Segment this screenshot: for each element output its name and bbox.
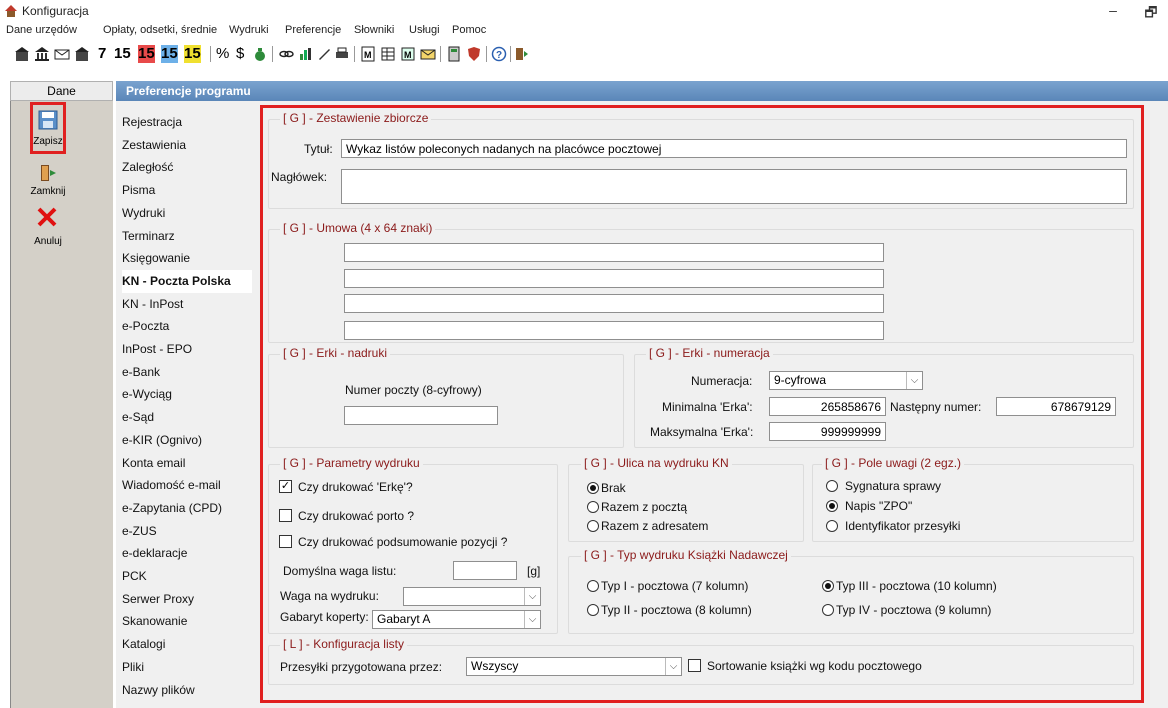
- envelope-icon[interactable]: [420, 46, 436, 62]
- window-title: Konfiguracja: [22, 4, 89, 18]
- close-door-icon[interactable]: [38, 163, 58, 183]
- menu-wydruki[interactable]: Wydruki: [229, 24, 269, 36]
- menu-oplaty[interactable]: Opłaty, odsetki, średnie: [103, 24, 217, 36]
- nav-item[interactable]: Księgowanie: [122, 247, 252, 270]
- menu-slowniki[interactable]: Słowniki: [354, 24, 394, 36]
- help-icon[interactable]: ?: [491, 46, 507, 62]
- printer-icon[interactable]: [334, 46, 350, 62]
- day-15-blue-button[interactable]: 15: [161, 45, 178, 63]
- settings-highlight-frame: [260, 105, 1144, 703]
- cancel-x-icon[interactable]: [36, 206, 58, 228]
- calculator-icon[interactable]: [446, 46, 462, 62]
- nav-item[interactable]: Nazwy plików: [122, 679, 252, 702]
- nav-item[interactable]: InPost - EPO: [122, 338, 252, 361]
- title-bar: Konfiguracja – 🗗: [0, 0, 1168, 22]
- nav-item[interactable]: e-deklaracje: [122, 542, 252, 565]
- toolbar-separator: [210, 46, 211, 62]
- exit-door-icon[interactable]: [514, 46, 530, 62]
- nav-item[interactable]: Konta email: [122, 452, 252, 475]
- minimize-button[interactable]: –: [1098, 2, 1128, 18]
- nav-item[interactable]: e-Sąd: [122, 406, 252, 429]
- left-action-panel: [10, 81, 113, 708]
- nav-item[interactable]: e-Bank: [122, 361, 252, 384]
- cancel-label[interactable]: Anuluj: [18, 236, 78, 247]
- nav-item[interactable]: KN - InPost: [122, 293, 252, 316]
- link-icon[interactable]: [278, 46, 294, 62]
- nav-item[interactable]: KN - Poczta Polska: [122, 270, 252, 293]
- nav-item[interactable]: e-ZUS: [122, 520, 252, 543]
- nav-item[interactable]: Serwer Proxy: [122, 588, 252, 611]
- nav-item[interactable]: e-Poczta: [122, 315, 252, 338]
- svg-text:M: M: [364, 50, 372, 60]
- menu-bar: Dane urzędów Opłaty, odsetki, średnie Wy…: [0, 22, 1168, 40]
- nav-item[interactable]: e-Wyciąg: [122, 383, 252, 406]
- m-document-icon[interactable]: M: [360, 46, 376, 62]
- day-15-red-button[interactable]: 15: [138, 45, 155, 63]
- app-house-icon: [5, 5, 17, 17]
- chart-icon[interactable]: [298, 46, 314, 62]
- menu-preferencje[interactable]: Preferencje: [285, 24, 341, 36]
- nav-item[interactable]: Zestawienia: [122, 134, 252, 157]
- menu-dane-urzedow[interactable]: Dane urzędów: [6, 24, 77, 36]
- nav-item[interactable]: e-Zapytania (CPD): [122, 497, 252, 520]
- day-7-button[interactable]: 7: [98, 45, 106, 63]
- toolbar-separator: [510, 46, 511, 62]
- writing-icon[interactable]: [316, 46, 332, 62]
- m-table-icon[interactable]: M: [400, 46, 416, 62]
- dollar-button[interactable]: $: [236, 45, 244, 63]
- svg-text:?: ?: [496, 50, 502, 61]
- menu-uslugi[interactable]: Usługi: [409, 24, 440, 36]
- toolbar-separator: [440, 46, 441, 62]
- nav-item[interactable]: Wiadomość e-mail: [122, 474, 252, 497]
- menu-pomoc[interactable]: Pomoc: [452, 24, 486, 36]
- bank-icon[interactable]: [34, 46, 50, 62]
- save-highlight-frame: [30, 102, 66, 154]
- nav-item[interactable]: PCK: [122, 565, 252, 588]
- mail-icon[interactable]: [54, 46, 70, 62]
- toolbar: 7 15 15 15 15 % $ M M ?: [0, 41, 1168, 67]
- toolbar-separator: [272, 46, 273, 62]
- nav-item[interactable]: e-KIR (Ognivo): [122, 429, 252, 452]
- money-bag-icon[interactable]: [252, 46, 268, 62]
- percent-button[interactable]: %: [216, 45, 229, 63]
- nav-item[interactable]: Wydruki: [122, 202, 252, 225]
- nav-item[interactable]: Pliki: [122, 656, 252, 679]
- toolbar-separator: [486, 46, 487, 62]
- building-icon[interactable]: [14, 46, 30, 62]
- nav-item[interactable]: Rejestracja: [122, 111, 252, 134]
- nav-item[interactable]: Terminarz: [122, 225, 252, 248]
- nav-item[interactable]: Zaległość: [122, 156, 252, 179]
- day-15-button[interactable]: 15: [114, 45, 131, 63]
- page-title: Preferencje programu: [116, 81, 1168, 101]
- nav-item[interactable]: Pisma: [122, 179, 252, 202]
- building-key-icon[interactable]: [74, 46, 90, 62]
- day-15-yellow-button[interactable]: 15: [184, 45, 201, 63]
- shield-icon[interactable]: [466, 46, 482, 62]
- nav-item[interactable]: Skanowanie: [122, 610, 252, 633]
- table-icon[interactable]: [380, 46, 396, 62]
- nav-item[interactable]: Katalogi: [122, 633, 252, 656]
- close-label[interactable]: Zamknij: [18, 186, 78, 197]
- toolbar-separator: [354, 46, 355, 62]
- svg-text:M: M: [404, 50, 412, 60]
- dane-tab[interactable]: Dane: [10, 81, 113, 101]
